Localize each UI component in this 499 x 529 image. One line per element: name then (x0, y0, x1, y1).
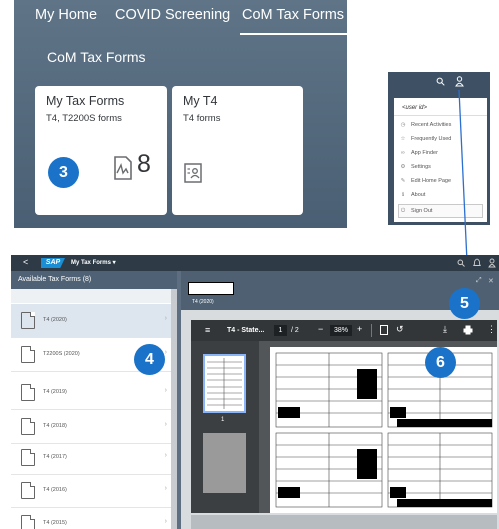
user-document-icon (184, 163, 202, 183)
download-icon[interactable]: ⤓ (443, 324, 447, 335)
pdf-toolbar: ≡ T4 - State... 1 / 2 − 38% + ↺ ⤓ ⋮ (191, 320, 497, 341)
gear-icon: ⚙ (400, 164, 406, 170)
document-icon (21, 346, 35, 363)
info-icon: ℹ (401, 192, 405, 198)
user-id-label: <user id> (402, 105, 428, 111)
tile-title: My Tax Forms (46, 94, 125, 108)
print-icon[interactable] (463, 325, 473, 335)
list-spacer (11, 289, 177, 303)
user-icon[interactable] (455, 76, 464, 87)
sap-logo: SAP (41, 258, 65, 268)
binoculars-icon: ∞ (401, 150, 405, 156)
pencil-icon: ✎ (400, 178, 406, 184)
chevron-right-icon: › (164, 485, 167, 492)
user-icon[interactable] (488, 258, 496, 268)
forms-list-pane: Available Tax Forms (8) T4 (2020) › T2200… (11, 271, 177, 529)
chevron-right-icon: › (164, 518, 167, 525)
tab-com-tax-forms[interactable]: CoM Tax Forms (242, 7, 344, 23)
toolbar-divider (371, 324, 372, 337)
menu-item-recent-activities[interactable]: ◷ Recent Activities (400, 122, 452, 128)
section-title: CoM Tax Forms (47, 49, 146, 65)
fit-page-icon[interactable] (380, 325, 388, 335)
rotate-icon[interactable]: ↺ (396, 324, 404, 335)
callout-badge: 4 (134, 344, 165, 375)
page-count: / 2 (291, 327, 299, 334)
sign-out-icon: ⏻ (400, 208, 406, 214)
document-icon (21, 384, 35, 401)
tile-my-tax-forms[interactable]: My Tax Forms T4, T2200S forms 3 8 (35, 86, 167, 215)
thumbnail-form-lines (207, 358, 242, 409)
shell-bar: < SAP My Tax Forms ▾ (11, 255, 499, 271)
document-icon (21, 515, 35, 529)
page-thumbnail[interactable] (203, 433, 246, 493)
active-tab-indicator (240, 33, 347, 35)
menu-item-about[interactable]: ℹ About (400, 192, 425, 198)
callout-badge: 5 (449, 288, 480, 319)
zoom-out-button[interactable]: − (318, 324, 323, 334)
menu-item-frequently-used[interactable]: ☆ Frequently Used (400, 136, 452, 142)
app-title-menu[interactable]: My Tax Forms ▾ (71, 259, 116, 266)
chevron-right-icon: › (164, 421, 167, 428)
menu-item-settings[interactable]: ⚙ Settings (400, 164, 431, 170)
list-item[interactable]: T4 (2015) › (11, 507, 171, 529)
document-signature-icon (114, 156, 132, 180)
search-icon[interactable] (436, 77, 445, 86)
list-scrollbar[interactable] (171, 289, 177, 529)
page-number-input[interactable]: 1 (274, 325, 287, 336)
chevron-right-icon: › (164, 349, 167, 356)
menu-item-edit-home-page[interactable]: ✎ Edit Home Page (400, 178, 451, 184)
redacted-title (188, 282, 234, 295)
list-header: Available Tax Forms (8) (11, 271, 177, 289)
callout-badge: 6 (425, 347, 456, 378)
tile-subtitle: T4 forms (183, 113, 221, 124)
chevron-right-icon: › (164, 315, 167, 322)
chevron-right-icon: › (164, 452, 167, 459)
list-item[interactable]: T4 (2016) › (11, 474, 171, 508)
tab-covid-screening[interactable]: COVID Screening (115, 7, 230, 23)
thumbnail-page-number: 1 (221, 417, 225, 423)
star-icon: ☆ (400, 136, 406, 142)
list-item-selected[interactable]: T4 (2020) › (11, 304, 171, 338)
back-button[interactable]: < (23, 257, 28, 267)
tile-title: My T4 (183, 94, 218, 108)
document-icon (21, 312, 35, 329)
tile-count: 8 (137, 150, 151, 178)
pdf-filename: T4 - State... (227, 327, 265, 334)
history-icon: ◷ (400, 122, 406, 128)
chevron-right-icon: › (164, 387, 167, 394)
zoom-input[interactable]: 38% (330, 325, 352, 336)
tab-my-home[interactable]: My Home (35, 7, 97, 23)
pdf-page (270, 347, 497, 513)
list-item[interactable]: T4 (2019) › (11, 376, 171, 410)
tile-subtitle: T4, T2200S forms (46, 113, 122, 124)
close-icon[interactable]: ✕ (488, 277, 494, 285)
list-item[interactable]: T4 (2017) › (11, 441, 171, 475)
detail-subtitle: T4 (2020) (192, 299, 214, 305)
fullscreen-icon[interactable]: ⤢ (476, 277, 482, 285)
document-icon (21, 482, 35, 499)
detail-footer (191, 515, 497, 529)
t4-form-content (275, 352, 493, 508)
tile-my-t4[interactable]: My T4 T4 forms (172, 86, 303, 215)
zoom-in-button[interactable]: + (357, 324, 362, 334)
launchpad-panel: My Home COVID Screening CoM Tax Forms Co… (14, 0, 347, 228)
bell-icon[interactable] (473, 258, 481, 268)
more-options-icon[interactable]: ⋮ (487, 324, 496, 335)
menu-icon[interactable]: ≡ (205, 325, 210, 335)
tax-forms-app: < SAP My Tax Forms ▾ Available Tax Forms… (11, 255, 499, 529)
menu-item-app-finder[interactable]: ∞ App Finder (400, 150, 438, 156)
document-icon (21, 449, 35, 466)
search-icon[interactable] (457, 259, 465, 267)
document-icon (21, 418, 35, 435)
list-item[interactable]: T4 (2018) › (11, 410, 171, 444)
menu-item-sign-out[interactable]: ⏻ Sign Out (400, 208, 433, 215)
callout-badge: 3 (48, 157, 79, 188)
